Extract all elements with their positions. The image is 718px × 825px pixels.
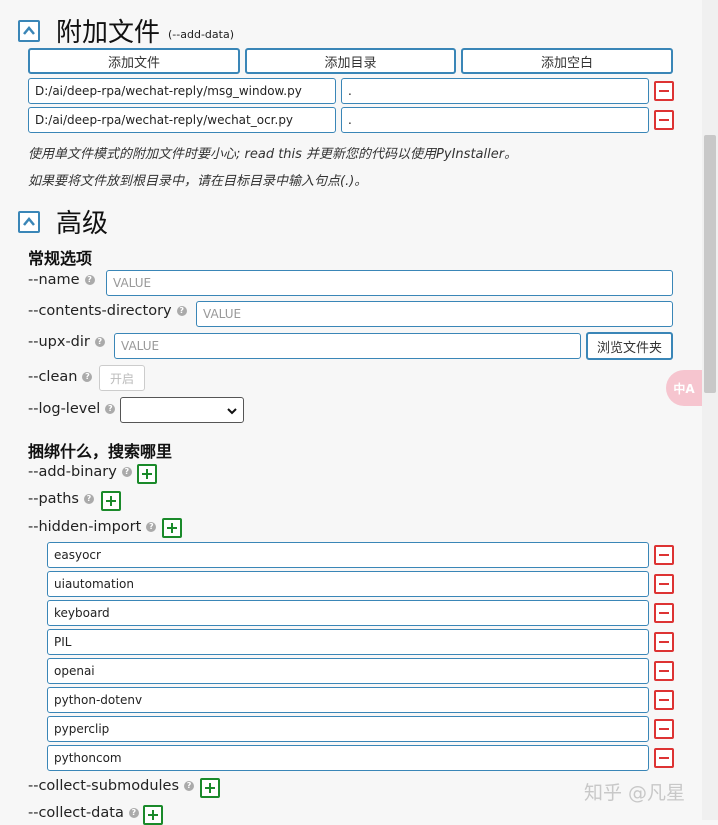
remove-hidden-import-button[interactable]	[654, 545, 674, 565]
name-input[interactable]: VALUE	[106, 270, 673, 296]
help-icon[interactable]: ?	[184, 781, 195, 791]
minus-icon	[659, 757, 669, 759]
general-options-heading: 常规选项	[28, 249, 93, 268]
add-binary-label-text: --add-binary	[28, 464, 117, 480]
help-icon[interactable]: ?	[83, 494, 94, 504]
hidden-import-input[interactable]: pyperclip	[47, 716, 649, 742]
minus-icon	[659, 612, 669, 614]
add-collect-data-plus-button[interactable]	[143, 805, 163, 825]
add-data-subtitle: (--add-data)	[168, 28, 234, 41]
hidden-import-input[interactable]: keyboard	[47, 600, 649, 626]
add-file-button[interactable]: 添加文件	[28, 48, 240, 74]
add-collect-submodules-plus-button[interactable]	[200, 778, 220, 798]
auto-py-to-exe-page: 附加文件 (--add-data) 添加文件 添加目录 添加空白 D:/ai/d…	[0, 0, 702, 825]
add-data-section-header: 附加文件 (--add-data)	[18, 12, 234, 49]
minus-icon	[659, 583, 669, 585]
scrollbar-thumb[interactable]	[704, 135, 716, 393]
add-binary-option-label: --add-binary?	[28, 464, 132, 480]
help-icon[interactable]: ?	[176, 306, 187, 316]
advanced-title: 高级	[56, 209, 109, 239]
contents-directory-label-text: --contents-directory	[28, 303, 172, 319]
bundle-heading: 捆绑什么，搜索哪里	[28, 442, 173, 461]
remove-add-data-row-1-button[interactable]	[654, 81, 674, 101]
add-hidden-import-plus-button[interactable]	[162, 518, 182, 538]
browse-folder-button[interactable]: 浏览文件夹	[586, 332, 673, 360]
chevron-up-icon	[23, 216, 35, 226]
upx-dir-option-label: --upx-dir?	[28, 334, 105, 350]
collect-submodules-option-label: --collect-submodules?	[28, 778, 195, 794]
help-icon[interactable]: ?	[84, 275, 95, 285]
collect-data-option-label: --collect-data?	[28, 805, 139, 821]
collapse-add-data-button[interactable]	[18, 19, 40, 42]
add-data-dest-input-1[interactable]: .	[341, 78, 649, 104]
collect-data-label-text: --collect-data	[28, 805, 124, 821]
add-directory-button[interactable]: 添加目录	[245, 48, 456, 74]
help-icon[interactable]: ?	[105, 404, 116, 414]
minus-icon	[659, 699, 669, 701]
minus-icon	[659, 90, 669, 92]
upx-dir-label-text: --upx-dir	[28, 334, 90, 350]
add-data-title: 附加文件	[56, 18, 161, 48]
hidden-import-input[interactable]: python-dotenv	[47, 687, 649, 713]
remove-add-data-row-2-button[interactable]	[654, 110, 674, 130]
collapse-advanced-button[interactable]	[18, 210, 40, 233]
chevron-down-icon	[227, 408, 237, 415]
advanced-section-header: 高级	[18, 203, 108, 240]
vertical-scrollbar[interactable]	[702, 0, 718, 820]
remove-hidden-import-button[interactable]	[654, 603, 674, 623]
paths-option-label: --paths?	[28, 491, 94, 507]
chevron-up-icon	[23, 25, 35, 35]
remove-hidden-import-button[interactable]	[654, 690, 674, 710]
help-icon[interactable]: ?	[94, 337, 105, 347]
clean-toggle-button[interactable]: 开启	[99, 365, 145, 391]
minus-icon	[659, 670, 669, 672]
log-level-select[interactable]	[120, 397, 244, 423]
hidden-import-option-label: --hidden-import?	[28, 519, 157, 535]
remove-hidden-import-button[interactable]	[654, 574, 674, 594]
contents-directory-input[interactable]: VALUE	[196, 301, 673, 327]
watermark: 知乎 @凡星	[584, 782, 686, 804]
help-icon[interactable]: ?	[82, 372, 93, 382]
name-option-label: --name?	[28, 272, 95, 288]
translate-icon[interactable]: 中A	[666, 370, 702, 406]
add-binary-plus-button[interactable]	[137, 464, 157, 484]
hidden-import-input[interactable]: openai	[47, 658, 649, 684]
hidden-import-label-text: --hidden-import	[28, 519, 142, 535]
add-data-dest-input-2[interactable]: .	[341, 107, 649, 133]
add-path-plus-button[interactable]	[101, 491, 121, 511]
add-data-note-1: 使用单文件模式的附加文件时要小心; read this 并更新您的代码以使用Py…	[28, 147, 518, 162]
log-level-option-label: --log-level?	[28, 401, 116, 417]
add-data-note-2: 如果要将文件放到根目录中，请在目标目录中输入句点(.)。	[28, 174, 368, 189]
remove-hidden-import-button[interactable]	[654, 748, 674, 768]
remove-hidden-import-button[interactable]	[654, 661, 674, 681]
hidden-import-input[interactable]: pythoncom	[47, 745, 649, 771]
minus-icon	[659, 728, 669, 730]
help-icon[interactable]: ?	[121, 467, 132, 477]
collect-submodules-label-text: --collect-submodules	[28, 778, 180, 794]
add-data-source-input-1[interactable]: D:/ai/deep-rpa/wechat-reply/msg_window.p…	[28, 78, 336, 104]
log-level-label-text: --log-level	[28, 401, 101, 417]
hidden-import-input[interactable]: uiautomation	[47, 571, 649, 597]
name-label-text: --name	[28, 272, 80, 288]
hidden-import-input[interactable]: PIL	[47, 629, 649, 655]
minus-icon	[659, 554, 669, 556]
clean-option-label: --clean?	[28, 369, 93, 385]
contents-directory-option-label: --contents-directory?	[28, 303, 187, 319]
remove-hidden-import-button[interactable]	[654, 719, 674, 739]
paths-label-text: --paths	[28, 491, 79, 507]
clean-label-text: --clean	[28, 369, 78, 385]
add-data-source-input-2[interactable]: D:/ai/deep-rpa/wechat-reply/wechat_ocr.p…	[28, 107, 336, 133]
help-icon[interactable]: ?	[146, 522, 157, 532]
minus-icon	[659, 641, 669, 643]
hidden-import-input[interactable]: easyocr	[47, 542, 649, 568]
add-blank-button[interactable]: 添加空白	[461, 48, 673, 74]
help-icon[interactable]: ?	[128, 808, 139, 818]
upx-dir-input[interactable]: VALUE	[114, 333, 581, 359]
minus-icon	[659, 119, 669, 121]
remove-hidden-import-button[interactable]	[654, 632, 674, 652]
